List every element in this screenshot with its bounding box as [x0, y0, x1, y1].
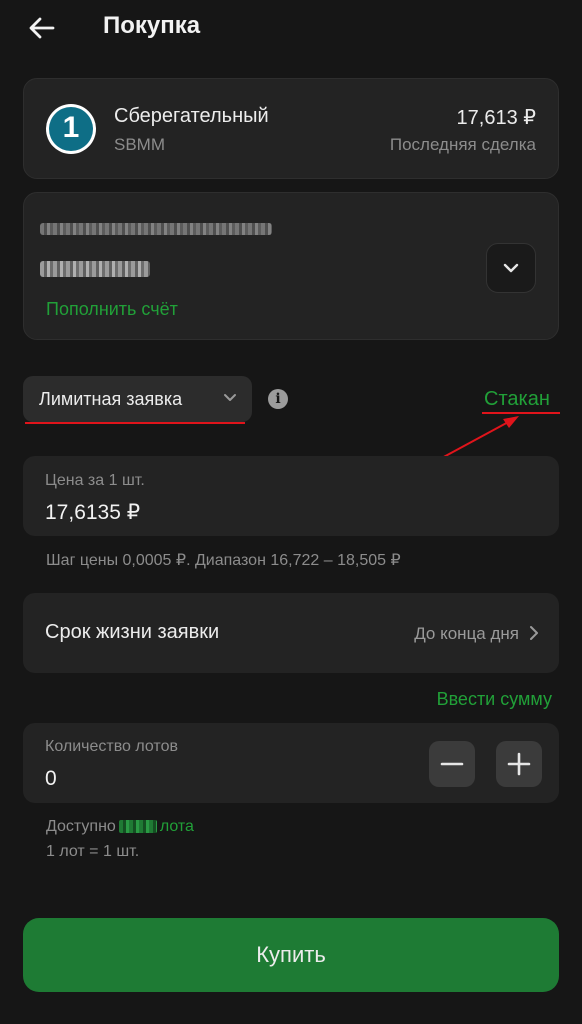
buy-button[interactable]: Купить	[23, 918, 559, 992]
price-hint: Шаг цены 0,0005 ₽. Диапазон 16,722 – 18,…	[46, 552, 401, 569]
stock-logo: 1	[46, 104, 96, 154]
stock-price-label: Последняя сделка	[389, 135, 536, 154]
page-title: Покупка	[103, 12, 201, 39]
info-icon[interactable]: i	[268, 389, 288, 409]
redacted-account-name	[40, 223, 272, 235]
orderbook-link[interactable]: Стакан	[484, 388, 550, 411]
account-card: Пополнить счёт	[23, 192, 559, 340]
lifetime-value: До конца дня	[414, 624, 519, 643]
order-type-select[interactable]: Лимитная заявка	[23, 376, 252, 422]
decrease-button[interactable]	[429, 741, 475, 787]
price-input[interactable]: 17,6135 ₽	[45, 500, 140, 525]
stock-price: 17,613 ₽	[456, 107, 536, 129]
chevron-down-icon	[224, 394, 236, 401]
availability-prefix: Доступно	[46, 818, 116, 835]
increase-button[interactable]	[496, 741, 542, 787]
topup-link[interactable]: Пополнить счёт	[46, 299, 178, 320]
stock-logo-text: 1	[62, 111, 80, 144]
stock-card: 1 Сберегательный SBMM 17,613 ₽ Последняя…	[23, 78, 559, 179]
lot-info: 1 лот = 1 шт.	[46, 843, 140, 860]
order-type-label: Лимитная заявка	[39, 388, 183, 409]
buy-button-label: Купить	[256, 942, 326, 967]
order-lifetime-select[interactable]: Срок жизни заявки До конца дня	[23, 593, 559, 673]
redacted-available-count	[118, 820, 157, 834]
quantity-field[interactable]: Количество лотов 0	[23, 723, 559, 803]
price-field[interactable]: Цена за 1 шт. 17,6135 ₽	[23, 456, 559, 536]
enter-sum-link[interactable]: Ввести сумму	[437, 689, 552, 710]
stock-ticker: SBMM	[114, 135, 165, 154]
quantity-label: Количество лотов	[45, 738, 178, 755]
annotation-underline	[25, 422, 245, 424]
redacted-account-balance	[40, 261, 150, 277]
annotation-underline	[482, 412, 560, 414]
plus-icon	[507, 752, 531, 776]
minus-icon	[440, 762, 464, 766]
account-select-button[interactable]	[486, 243, 536, 293]
availability-suffix: лота	[159, 818, 194, 835]
availability-text: Доступно лота	[46, 818, 194, 836]
arrow-left-icon	[29, 17, 55, 39]
price-label: Цена за 1 шт.	[45, 472, 145, 489]
stock-name: Сберегательный	[114, 105, 269, 127]
quantity-input[interactable]: 0	[45, 767, 57, 791]
back-button[interactable]	[22, 8, 62, 48]
lifetime-label: Срок жизни заявки	[45, 621, 220, 643]
chevron-down-icon	[503, 263, 519, 273]
chevron-right-icon	[530, 626, 538, 640]
